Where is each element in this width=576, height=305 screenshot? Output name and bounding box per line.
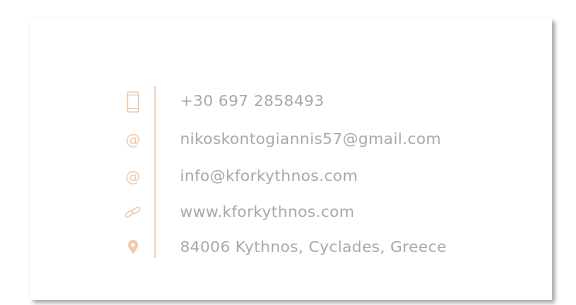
personal-email-link[interactable]: nikoskontogiannis57@gmail.com: [180, 130, 441, 148]
contact-row-email-personal: @ nikoskontogiannis57@gmail.com: [0, 128, 576, 152]
contact-row-email-info: @ info@kforkythnos.com: [0, 165, 576, 189]
contact-row-address: 84006 Kythnos, Cyclades, Greece: [0, 236, 576, 260]
phone-icon: [122, 90, 144, 114]
address-text: 84006 Kythnos, Cyclades, Greece: [180, 238, 447, 256]
page: +30 697 2858493 @ nikoskontogiannis57@gm…: [0, 0, 576, 305]
at-icon: @: [125, 167, 141, 186]
contact-row-phone: +30 697 2858493: [0, 90, 576, 114]
at-icon: @: [125, 130, 141, 149]
info-email-link[interactable]: info@kforkythnos.com: [180, 167, 358, 185]
website-link[interactable]: www.kforkythnos.com: [180, 203, 355, 221]
link-icon: [122, 201, 144, 225]
phone-number-link[interactable]: +30 697 2858493: [180, 92, 324, 110]
location-pin-icon: [122, 236, 144, 260]
contact-row-website: www.kforkythnos.com: [0, 201, 576, 225]
